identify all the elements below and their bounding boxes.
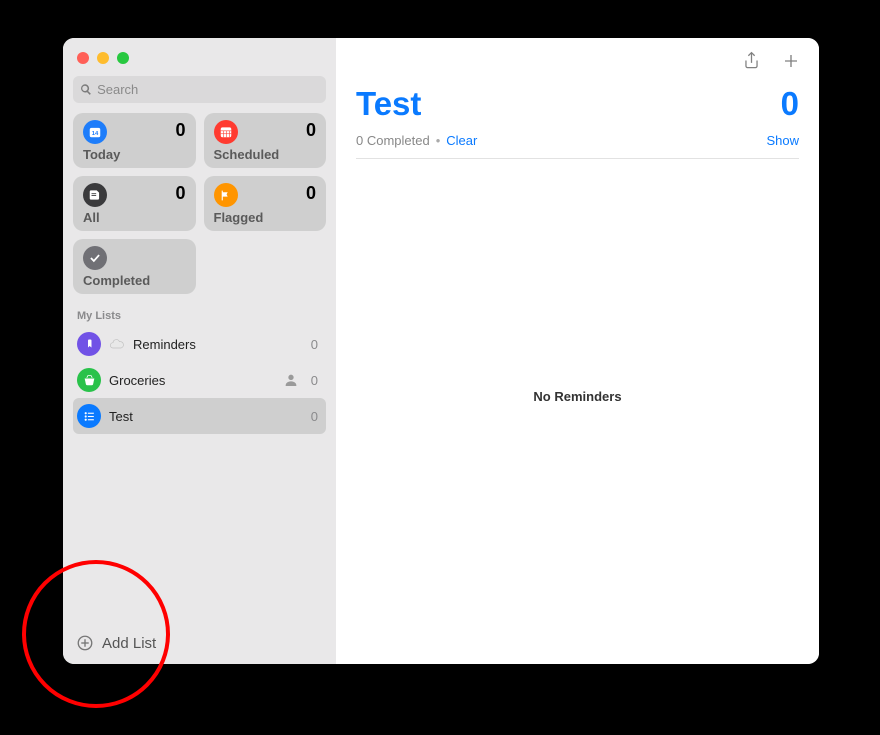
flagged-label: Flagged: [214, 210, 317, 225]
share-button[interactable]: [741, 51, 761, 71]
flagged-icon: [214, 183, 238, 207]
share-icon: [742, 50, 761, 71]
shared-icon: [283, 372, 299, 388]
list-title: Test: [356, 85, 421, 123]
list-header: Test 0: [336, 79, 819, 125]
list-item-test[interactable]: Test 0: [73, 398, 326, 434]
reminders-area[interactable]: No Reminders: [336, 159, 819, 664]
completed-bar: 0 Completed • Clear Show: [336, 125, 819, 158]
today-label: Today: [83, 147, 186, 162]
completed-icon: [83, 246, 107, 270]
list-item-label: Groceries: [109, 373, 275, 388]
smart-tile-all[interactable]: 0 All: [73, 176, 196, 231]
plus-circle-icon: [76, 634, 94, 652]
completed-count-text: 0 Completed: [356, 133, 430, 148]
separator-dot: •: [436, 133, 441, 148]
list-item-label: Reminders: [133, 337, 303, 352]
clear-completed-button[interactable]: Clear: [446, 133, 477, 148]
today-icon: 14: [83, 120, 107, 144]
smart-tile-scheduled[interactable]: 0 Scheduled: [204, 113, 327, 168]
smart-tile-completed[interactable]: Completed: [73, 239, 196, 294]
window-controls: [63, 38, 336, 74]
app-window: 14 0 Today 0 Scheduled: [63, 38, 819, 664]
close-window-button[interactable]: [77, 52, 89, 64]
list-item-count: 0: [311, 337, 318, 352]
cloud-icon: [109, 336, 125, 352]
all-label: All: [83, 210, 186, 225]
search-input[interactable]: [97, 82, 319, 97]
reminders-list-icon: [77, 332, 101, 356]
toolbar: [336, 38, 819, 79]
list-item-count: 0: [311, 409, 318, 424]
minimize-window-button[interactable]: [97, 52, 109, 64]
smart-list-grid: 14 0 Today 0 Scheduled: [63, 113, 336, 294]
list-total-count: 0: [781, 85, 799, 123]
smart-tile-today[interactable]: 14 0 Today: [73, 113, 196, 168]
add-list-label: Add List: [102, 635, 156, 652]
add-list-button[interactable]: Add List: [63, 624, 336, 664]
all-count: 0: [175, 183, 185, 204]
main-panel: Test 0 0 Completed • Clear Show No Remin…: [336, 38, 819, 664]
scheduled-label: Scheduled: [214, 147, 317, 162]
all-icon: [83, 183, 107, 207]
search-field[interactable]: [73, 76, 326, 103]
groceries-list-icon: [77, 368, 101, 392]
add-reminder-button[interactable]: [781, 51, 801, 71]
test-list-icon: [77, 404, 101, 428]
svg-text:14: 14: [92, 131, 99, 137]
list-item-groceries[interactable]: Groceries 0: [73, 362, 326, 398]
list-item-count: 0: [311, 373, 318, 388]
completed-label: Completed: [83, 273, 186, 288]
flagged-count: 0: [306, 183, 316, 204]
list-item-label: Test: [109, 409, 303, 424]
sidebar: 14 0 Today 0 Scheduled: [63, 38, 336, 664]
today-count: 0: [175, 120, 185, 141]
empty-state-text: No Reminders: [533, 389, 621, 404]
user-lists: Reminders 0 Groceries 0 Test 0: [63, 326, 336, 434]
plus-icon: [782, 52, 800, 70]
scheduled-icon: [214, 120, 238, 144]
list-item-reminders[interactable]: Reminders 0: [73, 326, 326, 362]
fullscreen-window-button[interactable]: [117, 52, 129, 64]
smart-tile-flagged[interactable]: 0 Flagged: [204, 176, 327, 231]
show-completed-button[interactable]: Show: [766, 133, 799, 148]
scheduled-count: 0: [306, 120, 316, 141]
search-icon: [80, 83, 92, 96]
my-lists-header: My Lists: [63, 294, 336, 326]
